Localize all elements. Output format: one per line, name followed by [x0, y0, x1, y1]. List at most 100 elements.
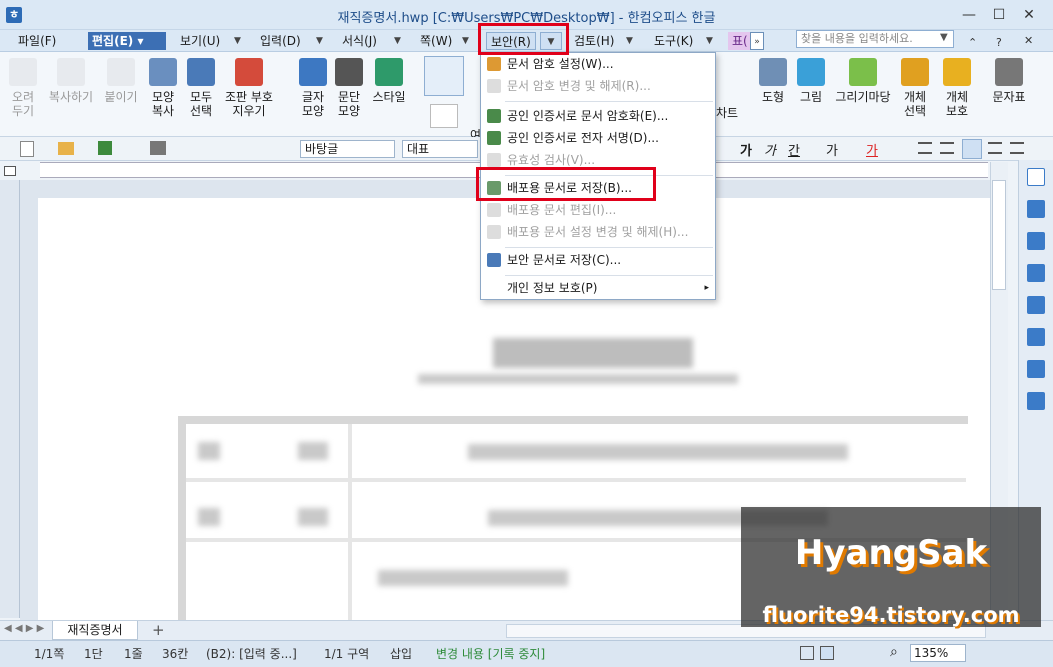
font-combo[interactable]: 대표 [402, 140, 478, 158]
doc-close-icon[interactable]: ✕ [1024, 34, 1033, 47]
bold-icon[interactable]: 가 [740, 140, 752, 159]
menu-table[interactable]: 표( [728, 32, 752, 50]
menu-edit[interactable]: 편집(E) ▾ [88, 32, 166, 50]
scroll-thumb[interactable] [992, 180, 1006, 290]
vertical-ruler[interactable] [0, 180, 20, 618]
menu-file[interactable]: 파일(F) [14, 32, 60, 50]
select-all-button[interactable]: 모두 선택 [178, 58, 224, 118]
status-track-changes[interactable]: 변경 내용 [기록 중지] [436, 645, 545, 663]
text-style-icon[interactable] [1027, 360, 1045, 378]
list-icon[interactable] [1027, 200, 1045, 218]
copy-icon [57, 58, 85, 86]
menu-tools[interactable]: 도구(K) [650, 32, 697, 50]
align-right-icon[interactable] [988, 142, 1002, 154]
lock-doc-icon [487, 57, 501, 71]
object-protect-button[interactable]: 개체 보호 [934, 58, 980, 118]
status-insert-mode[interactable]: 삽입 [390, 645, 412, 663]
shapes-icon [759, 58, 787, 86]
search-dropdown-icon[interactable]: ▼ [940, 32, 948, 43]
blurred-cell [378, 570, 568, 586]
blurred-cell [198, 442, 220, 460]
italic-icon[interactable]: 가 [764, 140, 776, 159]
ruler-corner-icon[interactable] [4, 166, 16, 176]
style-button[interactable]: 스타일 [366, 58, 412, 104]
chevron-down-icon[interactable]: ▼ [626, 32, 633, 50]
menu-item-privacy[interactable]: 개인 정보 보호(P) ▸ [481, 277, 715, 299]
zoom-icon[interactable]: ⌕ [890, 644, 898, 660]
blurred-cell [298, 508, 328, 526]
chevron-down-icon[interactable]: ▼ [462, 32, 469, 50]
paste-button[interactable]: 붙이기 [98, 58, 144, 104]
menu-item-change-password: 문서 암호 변경 및 해제(R)... [481, 75, 715, 97]
person-icon[interactable] [1027, 392, 1045, 410]
tab-nav-icon[interactable]: ◀ ◀ ▶ ▶ [4, 623, 44, 634]
status-page[interactable]: 1/1쪽 [34, 645, 64, 663]
help-icon[interactable]: ? [996, 36, 1002, 49]
menu-page[interactable]: 쪽(W) [416, 32, 456, 50]
chevron-down-icon[interactable]: ▼ [706, 32, 713, 50]
style-combo[interactable]: 바탕글 [300, 140, 395, 158]
certificate-icon [487, 109, 501, 123]
secure-doc-icon [487, 253, 501, 267]
copy-button[interactable]: 복사하기 [46, 58, 96, 104]
view-normal-icon[interactable] [800, 646, 814, 660]
menu-item-cert-sign[interactable]: 공인 인증서로 전자 서명(D)... [481, 127, 715, 149]
char-shape-icon [299, 58, 327, 86]
edit-doc-icon [487, 203, 501, 217]
picture-button[interactable]: 그림 [788, 58, 834, 104]
lock-icon [943, 58, 971, 86]
menu-overflow-icon[interactable]: » [750, 32, 764, 50]
highlight-security-menu [478, 23, 569, 55]
status-line: 1줄 [124, 647, 143, 661]
save-icon[interactable] [98, 141, 112, 155]
search-input[interactable]: 찾을 내용을 입력하세요. [796, 30, 954, 48]
menu-format[interactable]: 서식(J) [338, 32, 381, 50]
doc-icon[interactable] [1027, 264, 1045, 282]
menu-item-save-secure[interactable]: 보안 문서로 저장(C)... [481, 249, 715, 271]
font-color-icon[interactable]: 가 [866, 140, 878, 159]
tab-document[interactable]: 재직증명서 [52, 621, 138, 640]
distribute-icon[interactable] [1010, 142, 1024, 154]
minimize-button[interactable]: — [955, 5, 983, 25]
strike-icon[interactable]: 가 [826, 140, 838, 159]
align-justify-icon[interactable] [918, 142, 932, 154]
align-center-icon[interactable] [962, 139, 982, 159]
status-cell: (B2): [입력 중...] [206, 647, 297, 661]
menu-insert[interactable]: 입력(D) [256, 32, 305, 50]
menu-view[interactable]: 보기(U) [176, 32, 224, 50]
page-layout-icon[interactable] [430, 104, 458, 128]
page-icon[interactable] [424, 56, 464, 96]
style-icon [375, 58, 403, 86]
print-icon[interactable] [150, 141, 166, 155]
new-doc-icon[interactable] [20, 141, 34, 157]
menu-edit-label: 편집(E) [92, 34, 134, 48]
chevron-right-icon: ▸ [704, 283, 709, 293]
view-page-icon[interactable] [820, 646, 834, 660]
zoom-combo[interactable]: 135% [910, 644, 966, 662]
chevron-down-icon[interactable]: ▼ [234, 32, 241, 50]
lightning-icon[interactable] [1027, 232, 1045, 250]
menu-review[interactable]: 검토(H) [570, 32, 618, 50]
cut-button[interactable]: 오려 두기 [0, 58, 46, 118]
settings-doc-icon [487, 225, 501, 239]
remove-format-button[interactable]: 조판 부호 지우기 [220, 58, 278, 118]
menu-item-edit-distribution: 배포용 문서 편집(I)... [481, 199, 715, 221]
chevron-down-icon[interactable]: ▼ [316, 32, 323, 50]
chevron-down-icon[interactable]: ▼ [394, 32, 401, 50]
close-button[interactable]: ✕ [1015, 5, 1043, 25]
chart-label[interactable]: 차트 [716, 104, 738, 121]
clipboard-icon[interactable] [1027, 296, 1045, 314]
symbol-button[interactable]: 문자표 [986, 58, 1032, 104]
menu-item-cert-encrypt[interactable]: 공인 인증서로 문서 암호화(E)... [481, 105, 715, 127]
drawing-library-button[interactable]: 그리기마당 [830, 58, 896, 104]
add-tab-icon[interactable]: + [152, 621, 165, 639]
object-select-button[interactable]: 개체 선택 [892, 58, 938, 118]
open-folder-icon[interactable] [58, 142, 74, 155]
play-icon[interactable] [1027, 328, 1045, 346]
maximize-button[interactable]: ☐ [985, 5, 1013, 25]
underline-icon[interactable]: 간 [788, 140, 800, 159]
align-left-icon[interactable] [940, 142, 954, 154]
menu-item-set-password[interactable]: 문서 암호 설정(W)... [481, 53, 715, 75]
ribbon-collapse-icon[interactable]: ⌃ [968, 36, 977, 49]
panel-d-icon[interactable] [1027, 168, 1045, 186]
